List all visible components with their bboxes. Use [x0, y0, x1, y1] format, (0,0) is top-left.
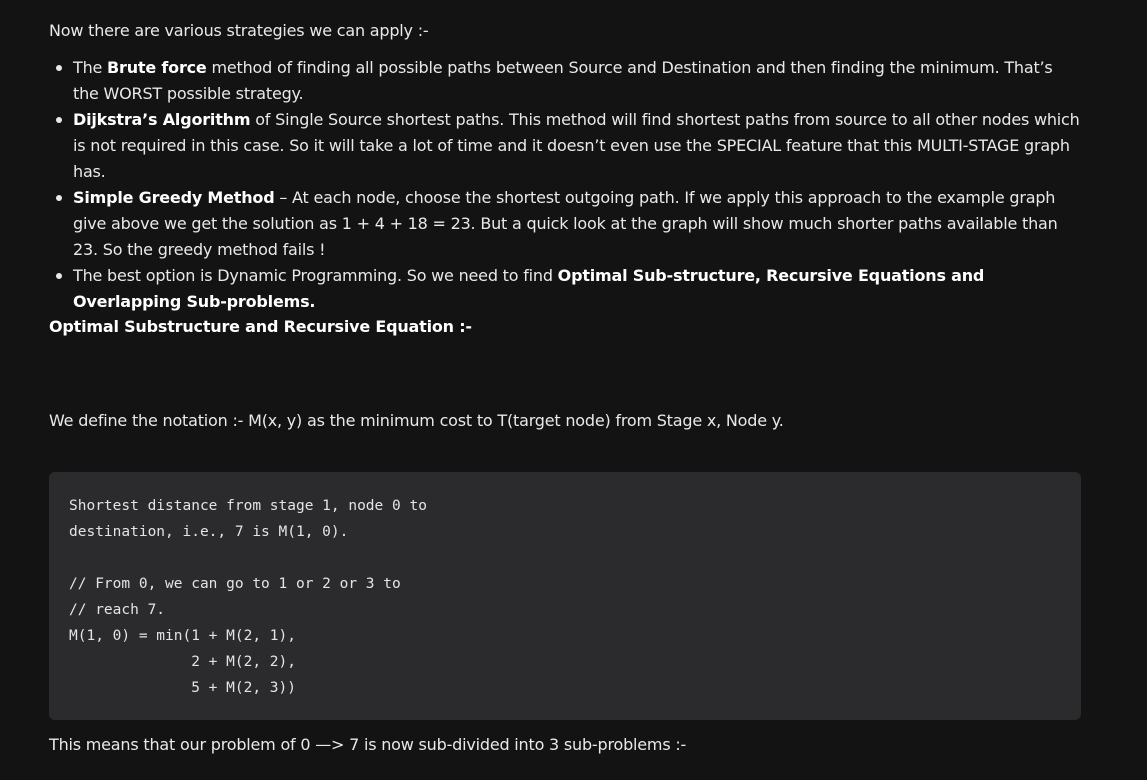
code-text: Shortest distance from stage 1, node 0 t… [69, 498, 427, 696]
item-text-pre: The best option is Dynamic Programming. … [73, 266, 558, 285]
list-item-dynamic-programming: The best option is Dynamic Programming. … [56, 263, 1083, 315]
outro-text: This means that our problem of 0 —> 7 is… [49, 735, 687, 754]
list-item-greedy: Simple Greedy Method – At each node, cho… [56, 185, 1083, 263]
item-text-bold: Brute force [107, 58, 207, 77]
notation-text: We define the notation :- M(x, y) as the… [49, 411, 784, 430]
code-block: Shortest distance from stage 1, node 0 t… [49, 472, 1081, 720]
item-text-pre: The [73, 58, 108, 77]
item-text-bold: Dijkstra’s Algorithm [73, 110, 251, 129]
list-item-dijkstra: Dijkstra’s Algorithm of Single Source sh… [56, 107, 1083, 185]
item-text-bold: Simple Greedy Method [73, 188, 275, 207]
item-text-post: method of finding all possible paths bet… [73, 58, 1053, 103]
intro-text: Now there are various strategies we can … [49, 21, 429, 40]
strategy-list: The Brute force method of finding all po… [49, 55, 1083, 315]
list-item-brute-force: The Brute force method of finding all po… [56, 55, 1083, 107]
section-heading: Optimal Substructure and Recursive Equat… [49, 317, 472, 336]
